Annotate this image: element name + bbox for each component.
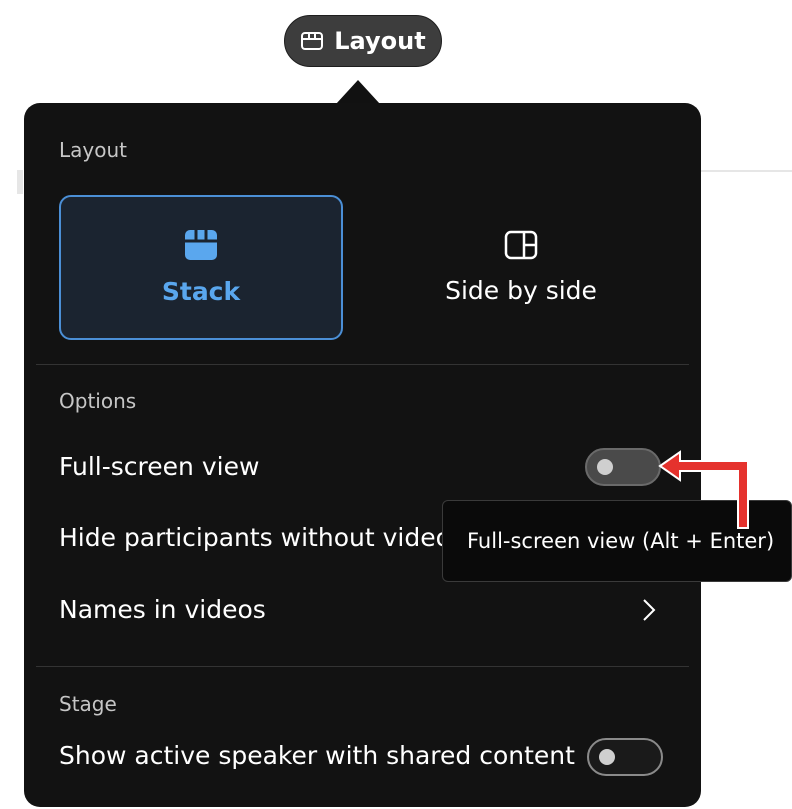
layout-option-side-by-side-label: Side by side [445,276,597,305]
names-in-videos-label[interactable]: Names in videos [59,595,266,624]
toggle-knob [597,459,613,475]
layout-option-side-by-side[interactable]: Side by side [379,195,663,340]
layout-option-stack[interactable]: Stack [59,195,343,340]
section-divider [36,666,689,667]
hide-participants-label[interactable]: Hide participants without video [59,523,451,552]
popover-caret [336,80,380,104]
screenshot-stage: Layout Layout Stack Side by side Options… [0,0,792,809]
layout-popover-panel: Layout Stack Side by side Options Full-s… [24,103,701,807]
layout-button[interactable]: Layout [284,15,442,67]
options-section-title: Options [59,389,137,413]
full-screen-view-label: Full-screen view [59,452,260,481]
active-speaker-label: Show active speaker with shared content [59,741,575,770]
layout-option-stack-label: Stack [161,277,241,306]
toggle-knob [599,749,615,765]
stack-icon [184,229,218,265]
window-icon [300,31,324,51]
active-speaker-toggle[interactable] [587,738,663,776]
layout-button-label: Layout [334,27,426,55]
side-by-side-icon [504,230,538,264]
background-artifact [700,170,792,172]
chevron-right-icon[interactable] [641,597,657,627]
layout-section-title: Layout [59,138,127,162]
stage-section-title: Stage [59,692,117,716]
background-artifact [17,170,23,194]
section-divider [36,364,689,365]
annotation-arrow-icon [650,440,762,539]
